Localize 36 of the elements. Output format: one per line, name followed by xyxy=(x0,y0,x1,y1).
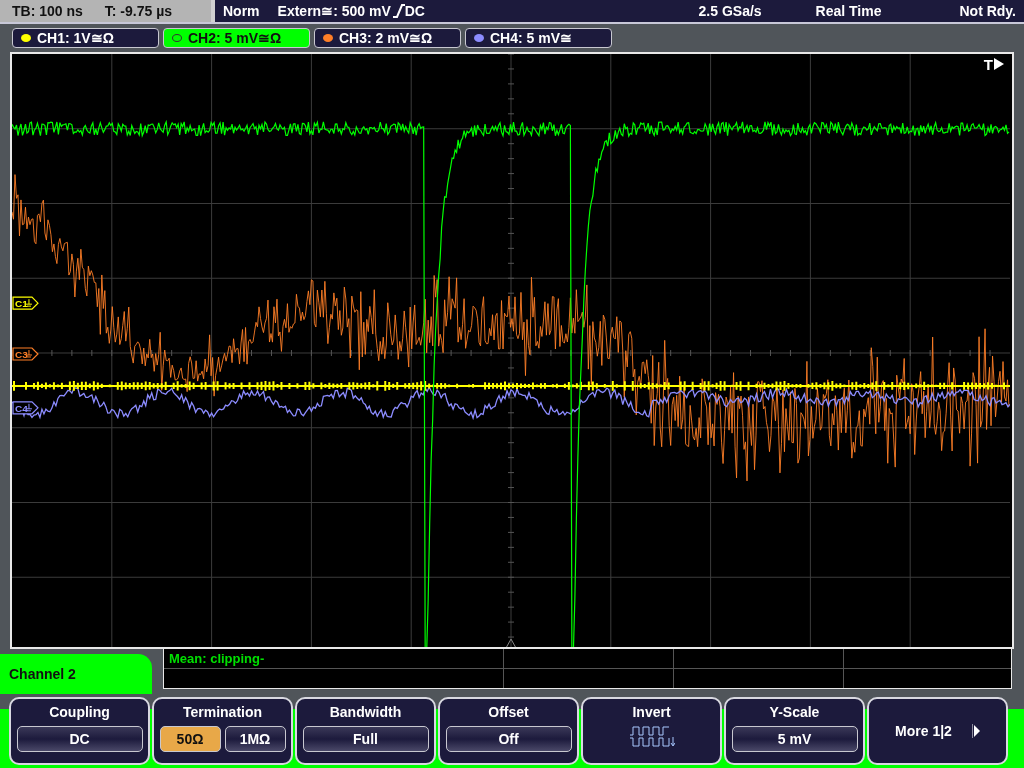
play-icon xyxy=(994,58,1004,71)
timebase-readout: TB: 100 ns xyxy=(12,2,83,19)
channel-tab[interactable]: CH4: 5 mV≅ xyxy=(465,27,612,48)
trigger-marker[interactable]: T xyxy=(983,55,1004,73)
option-button[interactable]: 1MΩ xyxy=(224,726,286,752)
sample-rate: 2.5 GSa/s xyxy=(698,2,762,19)
value-button[interactable]: DC xyxy=(16,726,143,752)
rising-edge-icon xyxy=(392,3,405,18)
play-icon xyxy=(971,724,980,738)
channel-marker[interactable]: C4 xyxy=(12,401,39,415)
option-button[interactable]: 50Ω xyxy=(159,726,221,752)
softkey[interactable]: Invert xyxy=(581,697,722,765)
trigger-time-readout: T: -9.75 µs xyxy=(104,2,173,19)
softkey[interactable]: Bandwidth Full xyxy=(295,697,436,765)
softkey[interactable]: Offset Off xyxy=(438,697,579,765)
channel-tab[interactable]: CH1: 1V≅Ω xyxy=(12,27,159,48)
softkey[interactable]: Coupling DC xyxy=(9,697,150,765)
acquisition-mode: Real Time xyxy=(815,2,882,19)
measurement-text: Mean: clipping- xyxy=(168,650,266,668)
value-button[interactable]: Off xyxy=(445,726,572,752)
softkey[interactable]: Termination 50Ω 1MΩ xyxy=(152,697,293,765)
channel-marker[interactable]: C3 xyxy=(12,347,39,361)
softkey[interactable]: Y-Scale 5 mV xyxy=(724,697,865,765)
more-softkey[interactable]: More 1|2 xyxy=(867,697,1008,765)
value-button[interactable]: Full xyxy=(302,726,429,752)
channel-tab[interactable]: CH2: 5 mV≅Ω xyxy=(163,27,310,48)
invert-icon xyxy=(628,726,675,748)
trigger-source: Extern≅: 500 mV xyxy=(277,2,391,19)
channel-tab[interactable]: CH3: 2 mV≅Ω xyxy=(314,27,461,48)
trigger-position-icon xyxy=(505,638,517,647)
trigger-mode: Norm xyxy=(223,2,260,19)
channel-marker[interactable]: C1 xyxy=(12,296,39,310)
value-button[interactable]: 5 mV xyxy=(731,726,858,752)
trigger-coupling: DC xyxy=(404,2,425,19)
status-readout: Not Rdy. xyxy=(959,2,1016,19)
menu-title: Channel 2 xyxy=(0,654,152,694)
